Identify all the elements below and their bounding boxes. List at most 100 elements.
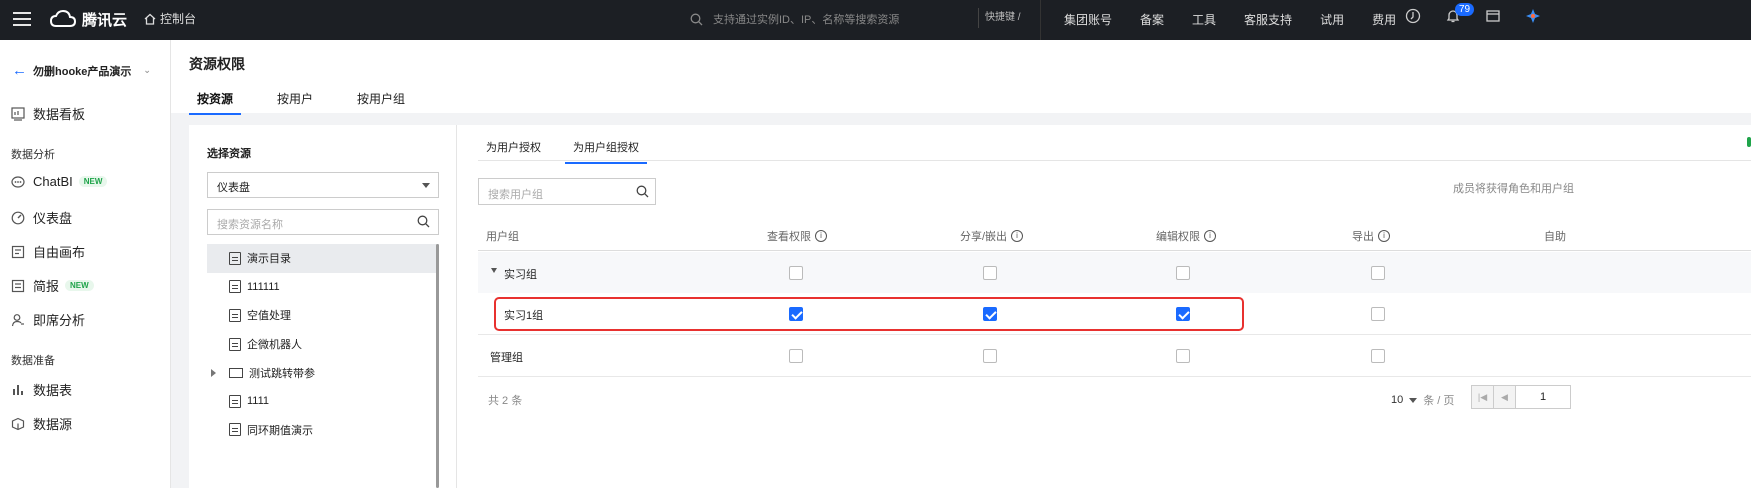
- tree-item[interactable]: 企微机器人: [207, 330, 439, 359]
- nav-filing[interactable]: 备案: [1140, 11, 1164, 28]
- info-icon[interactable]: i: [1011, 230, 1024, 242]
- view-checkbox[interactable]: [789, 266, 803, 280]
- search-icon[interactable]: [636, 185, 649, 198]
- tree-item-label: 企微机器人: [247, 339, 302, 352]
- share-checkbox[interactable]: [983, 266, 997, 280]
- tab-by-user[interactable]: 按用户: [269, 90, 321, 115]
- nav-support[interactable]: 客服支持: [1244, 11, 1292, 28]
- export-checkbox[interactable]: [1371, 307, 1385, 321]
- bell-icon[interactable]: 79: [1445, 3, 1475, 26]
- sidebar-item-datasource[interactable]: 数据源: [11, 414, 72, 433]
- document-icon: [229, 337, 241, 351]
- console-link[interactable]: 控制台: [144, 10, 196, 27]
- table-row: 管理组: [478, 335, 1751, 376]
- sidebar-item-briefing[interactable]: 简报 NEW: [11, 276, 94, 295]
- first-page-icon[interactable]: |◀: [1472, 386, 1494, 408]
- current-page-input[interactable]: 1: [1516, 386, 1570, 408]
- info-icon[interactable]: i: [815, 230, 827, 242]
- cloud-logo-icon: [50, 10, 76, 27]
- back-arrow-icon[interactable]: ←: [12, 62, 27, 79]
- permission-panel: 选择资源 仪表盘 搜索资源名称 演示目录 111111 空值处理 企微机器人 测…: [189, 125, 1751, 488]
- tree-item-label: 1111: [247, 395, 270, 408]
- search-icon[interactable]: [417, 215, 430, 228]
- edit-checkbox[interactable]: [1176, 266, 1190, 280]
- info-icon[interactable]: i: [1378, 230, 1390, 242]
- sidebar-item-label: 仪表盘: [33, 211, 73, 226]
- document-icon: [229, 280, 241, 294]
- table-row: 实习组: [478, 252, 1751, 293]
- hamburger-menu-icon[interactable]: [13, 12, 31, 26]
- datasource-icon: [11, 417, 25, 430]
- resource-type-value: 仪表盘: [217, 182, 250, 194]
- tree-item[interactable]: 1111: [207, 387, 439, 416]
- sidebar-item-label: 数据源: [33, 417, 73, 432]
- authorization-area: 为用户授权 为用户组授权 搜索用户组 成员将获得角色和用户组 用户组 查看权限 i…: [458, 125, 1751, 488]
- nav-tools[interactable]: 工具: [1192, 11, 1216, 28]
- resource-type-select[interactable]: 仪表盘: [207, 172, 439, 198]
- sidebar-item-adhoc[interactable]: 即席分析: [11, 310, 85, 329]
- tree-item[interactable]: 演示目录: [207, 244, 439, 273]
- prev-page-icon[interactable]: ◀: [1494, 386, 1516, 408]
- tree-item-label: 同环期值演示: [247, 424, 313, 437]
- document-icon: [229, 308, 241, 322]
- column-label: 自助: [1544, 231, 1566, 243]
- sidebar-group-analysis: 数据分析: [11, 149, 55, 161]
- group-search-placeholder: 搜索用户组: [488, 189, 543, 201]
- search-icon: [690, 13, 703, 25]
- sidebar-item-data-board[interactable]: 数据看板: [11, 104, 85, 123]
- column-edit: 编辑权限 i: [1156, 228, 1216, 244]
- resource-search-input[interactable]: 搜索资源名称: [207, 209, 439, 235]
- sidebar-item-label: 数据看板: [33, 107, 86, 122]
- tree-item[interactable]: 111111: [207, 273, 439, 302]
- info-icon[interactable]: i: [1204, 230, 1216, 242]
- status-indicator: [1747, 137, 1751, 147]
- sidebar-group-prepare: 数据准备: [11, 355, 55, 367]
- resource-selector: 选择资源 仪表盘 搜索资源名称 演示目录 111111 空值处理 企微机器人 测…: [189, 125, 457, 488]
- export-checkbox[interactable]: [1371, 266, 1385, 280]
- tree-scrollbar[interactable]: [436, 244, 439, 488]
- tab-by-resource[interactable]: 按资源: [189, 90, 242, 115]
- total-count: 共 2 条: [488, 395, 523, 407]
- expand-arrow-icon[interactable]: [211, 368, 216, 377]
- new-badge: NEW: [78, 176, 108, 187]
- folder-icon: [229, 367, 243, 378]
- sidebar-item-label: 即席分析: [33, 313, 86, 328]
- sidebar-item-free-canvas[interactable]: 自由画布: [11, 242, 85, 261]
- member-hint: 成员将获得角色和用户组: [1453, 183, 1574, 195]
- project-name: 勿删hooke产品演示: [33, 65, 132, 78]
- document-icon: [229, 423, 241, 437]
- collapse-arrow-icon[interactable]: [491, 268, 497, 273]
- report-icon: [11, 279, 25, 292]
- edit-checkbox[interactable]: [1176, 349, 1190, 363]
- share-checkbox[interactable]: [983, 349, 997, 363]
- assistant-icon[interactable]: [1405, 8, 1423, 26]
- page-size-select[interactable]: 10 条 / 页: [1391, 392, 1454, 408]
- sidebar-item-label: 简报: [33, 279, 60, 294]
- nav-group-account[interactable]: 集团账号: [1064, 11, 1112, 28]
- divider: [478, 376, 1751, 377]
- column-label: 编辑权限: [1156, 231, 1200, 243]
- brand-name: 腾讯云: [82, 11, 128, 29]
- tree-folder[interactable]: 测试跳转带参: [207, 358, 439, 387]
- row-group-name: 实习组: [504, 269, 537, 281]
- export-checkbox[interactable]: [1371, 349, 1385, 363]
- sidebar-item-dashboard[interactable]: 仪表盘: [11, 208, 72, 227]
- console-label: 控制台: [160, 12, 197, 26]
- group-search-input[interactable]: 搜索用户组: [478, 178, 656, 205]
- highlight-frame: [494, 297, 1244, 331]
- tree-item[interactable]: 同环期值演示: [207, 416, 439, 445]
- top-nav: 集团账号 备案 工具 客服支持 试用 费用: [1064, 11, 1424, 28]
- sidebar-item-datatable[interactable]: 数据表: [11, 380, 72, 399]
- tree-item[interactable]: 空值处理: [207, 301, 439, 330]
- window-icon[interactable]: [1485, 8, 1503, 26]
- project-switcher[interactable]: ← 勿删hooke产品演示 ⌄: [12, 62, 151, 79]
- nav-trial[interactable]: 试用: [1320, 11, 1344, 28]
- home-icon: [144, 13, 156, 25]
- nav-billing[interactable]: 费用: [1372, 11, 1396, 28]
- row-group-name: 管理组: [490, 352, 523, 364]
- brand-logo[interactable]: 腾讯云: [50, 8, 127, 30]
- sidebar-item-chatbi[interactable]: ChatBI NEW: [11, 174, 108, 189]
- user-avatar-icon[interactable]: [1525, 8, 1543, 26]
- view-checkbox[interactable]: [789, 349, 803, 363]
- tab-by-user-group[interactable]: 按用户组: [349, 90, 413, 115]
